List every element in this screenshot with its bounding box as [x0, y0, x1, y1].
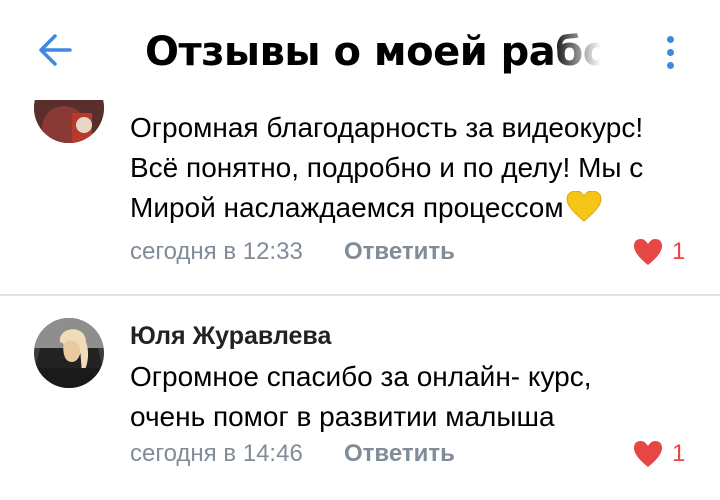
like-count: 1 — [672, 238, 686, 265]
page-title: Отзывы о моей работе — [145, 29, 607, 75]
top-app-bar: Отзывы о моей работе — [0, 0, 720, 100]
reply-button[interactable]: Ответить — [344, 238, 455, 266]
like-icon[interactable] — [633, 238, 667, 268]
comment-author[interactable]: Юля Журавлева — [130, 322, 331, 351]
back-button[interactable] — [36, 28, 76, 72]
comment-divider — [0, 294, 720, 296]
arrow-left-icon — [39, 34, 72, 66]
avatar[interactable] — [34, 318, 104, 388]
avatar-photo — [34, 318, 104, 388]
yellow-heart-icon — [566, 190, 602, 223]
comment-time: сегодня в 12:33 — [130, 238, 303, 265]
title-fade — [550, 20, 610, 84]
more-vertical-icon[interactable] — [656, 30, 686, 74]
comment-text: Огромная благодарность за видеокурс! Всё… — [130, 112, 644, 223]
comment-time: сегодня в 14:46 — [130, 440, 303, 467]
comment-text: Огромное спасибо за онлайн- курс, очень … — [130, 361, 592, 432]
reply-button[interactable]: Ответить — [344, 440, 455, 468]
like-count: 1 — [672, 440, 686, 467]
like-icon[interactable] — [633, 440, 667, 470]
